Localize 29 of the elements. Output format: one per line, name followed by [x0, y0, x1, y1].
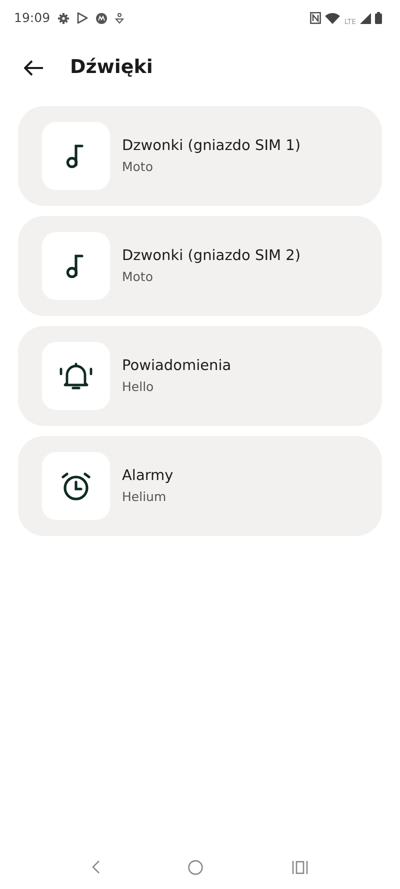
page-title: Dźwięki: [70, 54, 153, 80]
music-note-icon: [66, 253, 86, 279]
item-subtitle: Hello: [122, 378, 155, 396]
sound-setting-item[interactable]: Dzwonki (gniazdo SIM 1) Moto: [18, 106, 382, 206]
sound-setting-item[interactable]: Alarmy Helium: [18, 436, 382, 536]
item-subtitle: Helium: [122, 488, 168, 506]
clock-time: 19:09: [14, 8, 50, 27]
alarm-clock-icon: [60, 471, 92, 501]
home-icon[interactable]: [188, 860, 204, 874]
sound-setting-item[interactable]: Powiadomienia Hello: [18, 326, 382, 426]
item-subtitle: Moto: [122, 158, 154, 176]
battery-icon: [375, 12, 382, 24]
sound-setting-item[interactable]: Dzwonki (gniazdo SIM 2) Moto: [18, 216, 382, 316]
back-arrow-icon: [24, 60, 44, 76]
item-subtitle: Moto: [122, 268, 154, 286]
wifi-icon: [325, 12, 340, 24]
item-title: Alarmy: [122, 466, 174, 486]
recents-icon[interactable]: [292, 860, 308, 874]
item-title: Dzwonki (gniazdo SIM 2): [122, 246, 300, 266]
nfc-icon: [310, 12, 322, 24]
play-triangle-icon: [77, 12, 88, 24]
signal-icon: [360, 12, 371, 24]
back-icon[interactable]: [92, 860, 100, 874]
item-title: Powiadomienia: [122, 356, 232, 376]
item-title: Dzwonki (gniazdo SIM 1): [122, 136, 300, 156]
bell-icon: [58, 361, 94, 391]
circle-logo-icon: [96, 12, 108, 24]
gear-icon: [58, 12, 70, 24]
music-note-icon: [66, 143, 86, 169]
